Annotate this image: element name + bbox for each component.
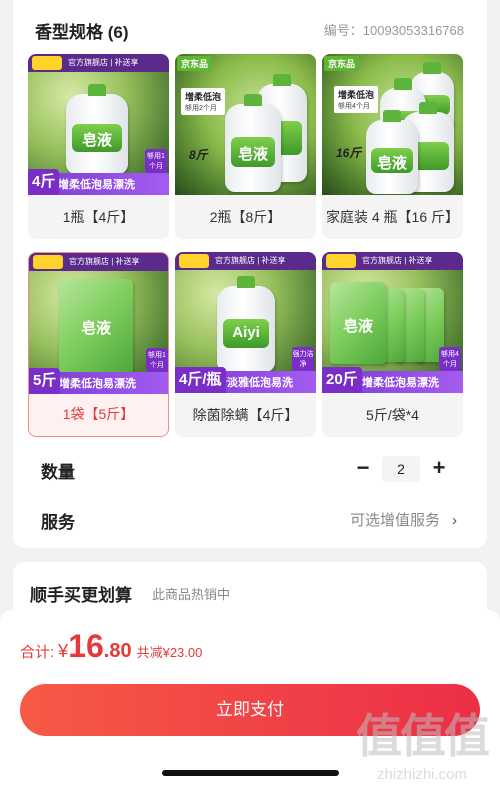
watermark-logo: 值值值 zhizhizhi.com — [356, 709, 490, 783]
sku-label: 家庭装 4 瓶【16 斤】 — [325, 209, 460, 225]
sku-option-2-bottles[interactable]: 京东品 增柔低泡 够用2个月 皂液 8斤 2瓶【8斤】 — [175, 54, 316, 239]
size-text: 16斤 — [336, 146, 362, 160]
sku-label: 1瓶【4斤】 — [62, 209, 135, 225]
weight-badge: 5斤 — [29, 368, 61, 394]
quantity-stepper: − 2 + — [352, 455, 450, 483]
size-text: 8斤 — [189, 148, 208, 162]
quantity-label: 数量 — [41, 463, 75, 482]
sku-option-antibacterial[interactable]: 官方旗舰店 | 补送享 Aiyi 强力洁净 清新淡雅低泡易洗 4斤/瓶 除菌除螨… — [175, 252, 316, 437]
spec-title: 香型规格 (6) — [35, 23, 129, 42]
service-value: 可选增值服务 — [349, 512, 440, 529]
pouch-image: 皂液 — [330, 282, 386, 364]
price-decimal: .80 — [103, 640, 132, 662]
sku-image: 官方旗舰店 | 补送享 皂液 够用4个月 增柔低泡易漂洗 20斤 — [322, 252, 463, 393]
bottle-image: 皂液 — [225, 94, 281, 192]
bundle-title: 顺手买更划算 — [30, 586, 132, 605]
total-price: 合计: ¥16.80 共减¥23.00 — [20, 628, 202, 665]
saving-text: 共减¥23.00 — [136, 645, 203, 660]
sku-label: 1袋【5斤】 — [62, 406, 135, 422]
service-label: 服务 — [41, 513, 75, 532]
price-integer: 16 — [68, 628, 104, 664]
bundle-subtitle: 此商品热销中 — [152, 587, 231, 602]
sku-label: 5斤/袋*4 — [366, 407, 419, 423]
sku-option-4-pouches[interactable]: 官方旗舰店 | 补送享 皂液 够用4个月 增柔低泡易漂洗 20斤 5斤/袋*4 — [322, 252, 463, 437]
home-indicator[interactable] — [162, 770, 339, 776]
sku-option-1-pouch[interactable]: 官方旗舰店 | 补送享 皂液 够用1个月 增柔低泡易漂洗 5斤 1袋【5斤】 — [28, 252, 169, 437]
sku-image: 京东品 皂液 增柔低泡 够用4个月 16斤 — [322, 54, 463, 195]
sku-image: 官方旗舰店 | 补送享 皂液 够用1个月 增柔低泡易漂洗 4斤 — [28, 54, 169, 195]
sku-label: 2瓶【8斤】 — [209, 209, 282, 225]
total-label: 合计: — [20, 644, 55, 661]
decrease-button[interactable]: − — [352, 455, 374, 483]
bottle-image: Aiyi — [217, 276, 275, 372]
sku-option-family-pack[interactable]: 京东品 皂液 增柔低泡 够用4个月 16斤 家庭装 4 瓶【16 斤】 — [322, 54, 463, 239]
quantity-input[interactable]: 2 — [382, 456, 420, 482]
sku-label: 除菌除螨【4斤】 — [192, 407, 299, 423]
service-selector[interactable]: 可选增值服务 › — [350, 509, 457, 530]
bottle-image: 皂液 — [66, 84, 128, 174]
pouch-image: 皂液 — [59, 279, 133, 373]
product-code: 编号：10093053316768 — [323, 23, 464, 38]
currency-symbol: ¥ — [58, 641, 69, 661]
sku-image: 官方旗舰店 | 补送享 Aiyi 强力洁净 清新淡雅低泡易洗 4斤/瓶 — [175, 252, 316, 393]
sku-option-1-bottle[interactable]: 官方旗舰店 | 补送享 皂液 够用1个月 增柔低泡易漂洗 4斤 1瓶【4斤】 — [28, 54, 169, 239]
bottle-image: 皂液 — [366, 110, 418, 194]
sku-image: 官方旗舰店 | 补送享 皂液 够用1个月 增柔低泡易漂洗 5斤 — [29, 253, 168, 394]
weight-badge: 20斤 — [322, 367, 362, 393]
checkout-footer: 合计: ¥16.80 共减¥23.00 立即支付 值值值 zhizhizhi.com — [0, 610, 500, 787]
sku-image: 京东品 增柔低泡 够用2个月 皂液 8斤 — [175, 54, 316, 195]
chevron-right-icon: › — [452, 512, 457, 529]
weight-badge: 4斤 — [28, 169, 60, 195]
increase-button[interactable]: + — [428, 455, 450, 483]
spec-card: 香型规格 (6) 编号：10093053316768 官方旗舰店 | 补送享 皂… — [13, 0, 487, 548]
weight-badge: 4斤/瓶 — [175, 367, 226, 393]
